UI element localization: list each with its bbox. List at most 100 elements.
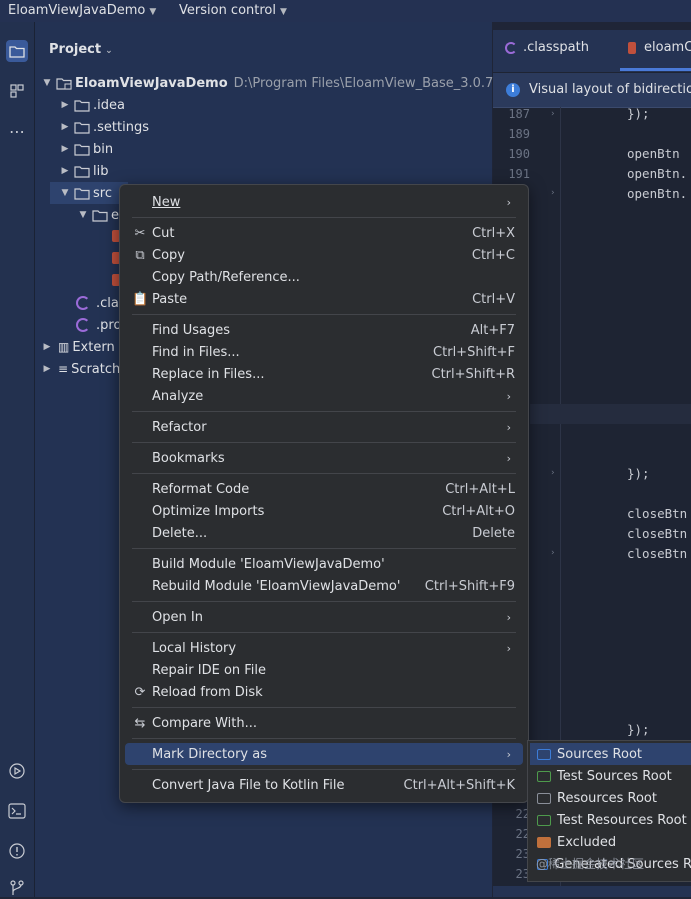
problems-icon[interactable] [6, 840, 28, 862]
chevron-down-icon: ▼ [149, 7, 157, 17]
context-menu: New › ✂ Cut Ctrl+X ⧉ Copy Ctrl+C Copy Path/Re… [119, 184, 529, 803]
menu-item-refactor[interactable]: Refactor › [125, 416, 523, 438]
tree-label: Scratch [71, 361, 121, 377]
tree-row-src[interactable]: ▼ src [50, 182, 128, 204]
submenu-item-test-resources-root[interactable]: Test Resources Root [530, 809, 691, 831]
resources-root-icon [537, 792, 551, 804]
fold-icon[interactable]: › [551, 468, 555, 478]
tab-eloam[interactable]: eloamC [628, 40, 691, 55]
fold-icon[interactable]: › [551, 109, 555, 119]
tree-row-package[interactable]: ▼ e [76, 204, 119, 226]
fold-icon[interactable]: › [551, 188, 555, 198]
tree-label: .settings [93, 119, 149, 135]
submenu-item-sources-root[interactable]: Sources Root [530, 743, 691, 765]
fold-icon[interactable]: › [551, 548, 555, 558]
menu-item-mark-directory-as[interactable]: Mark Directory as › [125, 743, 523, 765]
folder-icon [74, 121, 90, 134]
menu-item-bookmarks[interactable]: Bookmarks › [125, 447, 523, 469]
menu-item-delete[interactable]: Delete... Delete [125, 522, 523, 544]
watermark: @稀土掘金技术社区 [536, 857, 645, 871]
line-number: 22 [515, 807, 530, 821]
menu-item-rebuild-module[interactable]: Rebuild Module 'EloamViewJavaDemo' Ctrl+S… [125, 575, 523, 597]
chevron-down-icon: ▼ [43, 78, 51, 88]
tree-label: .pro [96, 317, 122, 333]
tree-row-root[interactable]: ▼ EloamViewJavaDemo D:\Program Files\Elo… [40, 72, 526, 94]
menu-item-local-history[interactable]: Local History › [125, 637, 523, 659]
project-switcher[interactable]: EloamViewJavaDemo ▼ [8, 3, 156, 18]
menu-separator [132, 738, 516, 739]
submenu-arrow-icon: › [506, 195, 511, 209]
menu-item-copy[interactable]: ⧉ Copy Ctrl+C [125, 244, 523, 266]
menu-item-reformat-code[interactable]: Reformat Code Ctrl+Alt+L [125, 478, 523, 500]
menu-item-new[interactable]: New › [125, 191, 523, 213]
git-icon[interactable] [6, 877, 28, 899]
scratches-icon: ≡ [58, 362, 69, 376]
menu-item-reload-from-disk[interactable]: ⟳ Reload from Disk [125, 681, 523, 703]
java-file-icon [628, 41, 636, 54]
editor-tabs: .classpath eloamC [493, 30, 691, 72]
submenu-item-excluded[interactable]: Excluded [530, 831, 691, 853]
line-number: 190 [508, 147, 530, 161]
run-icon[interactable] [6, 760, 28, 782]
menu-item-replace-in-files[interactable]: Replace in Files... Ctrl+Shift+R [125, 363, 523, 385]
tab-classpath[interactable]: .classpath [505, 40, 589, 55]
menu-separator [132, 548, 516, 549]
tree-row-scratches[interactable]: ▶ ≡ Scratch [40, 358, 121, 380]
menu-separator [132, 601, 516, 602]
source-folder-icon [74, 187, 90, 200]
vcs-label: Version control [179, 3, 276, 18]
project-name: EloamViewJavaDemo [8, 3, 146, 18]
code-line: closeBtn [627, 526, 688, 541]
more-icon[interactable]: ⋯ [6, 120, 28, 142]
submenu-item-resources-root[interactable]: Resources Root [530, 787, 691, 809]
project-panel-title[interactable]: Project ⌄ [49, 42, 113, 57]
structure-icon[interactable] [6, 80, 28, 102]
menu-item-build-module[interactable]: Build Module 'EloamViewJavaDemo' [125, 553, 523, 575]
submenu-arrow-icon: › [506, 451, 511, 465]
tree-label: bin [93, 141, 114, 157]
code-line: }); [627, 466, 650, 481]
menu-item-analyze[interactable]: Analyze › [125, 385, 523, 407]
project-folder-icon[interactable] [6, 40, 28, 62]
menu-item-repair-ide[interactable]: Repair IDE on File [125, 659, 523, 681]
library-icon: ▥ [58, 340, 70, 354]
config-file-icon [76, 296, 90, 310]
tree-label: EloamViewJavaDemo [75, 75, 228, 91]
menu-item-open-in[interactable]: Open In › [125, 606, 523, 628]
line-number: 23 [515, 847, 530, 861]
code-line: }); [627, 106, 650, 121]
menu-item-optimize-imports[interactable]: Optimize Imports Ctrl+Alt+O [125, 500, 523, 522]
tree-row-lib[interactable]: ▶ lib [58, 160, 109, 182]
menu-item-paste[interactable]: 📋 Paste Ctrl+V [125, 288, 523, 310]
menu-item-compare-with[interactable]: ⇆ Compare With... [125, 712, 523, 734]
menu-item-cut[interactable]: ✂ Cut Ctrl+X [125, 222, 523, 244]
tree-label: Extern [72, 339, 115, 355]
vcs-menu[interactable]: Version control ▼ [179, 3, 287, 18]
submenu-item-test-sources-root[interactable]: Test Sources Root [530, 765, 691, 787]
terminal-icon[interactable] [6, 800, 28, 822]
top-bar: EloamViewJavaDemo ▼ Version control ▼ [0, 0, 691, 22]
tool-window-strip: ⋯ [0, 22, 35, 897]
tree-row-settings[interactable]: ▶ .settings [58, 116, 149, 138]
tree-row-external-libraries[interactable]: ▶ ▥ Extern [40, 336, 115, 358]
sources-root-icon [537, 748, 551, 760]
tree-row-project[interactable]: .pro [76, 314, 121, 336]
notice-text: Visual layout of bidirection [529, 82, 691, 97]
chevron-down-icon: ▼ [61, 188, 69, 198]
menu-item-convert-to-kotlin[interactable]: Convert Java File to Kotlin File Ctrl+Alt… [125, 774, 523, 796]
tree-row-idea[interactable]: ▶ .idea [58, 94, 125, 116]
module-folder-icon [56, 77, 72, 90]
menu-item-copy-path[interactable]: Copy Path/Reference... [125, 266, 523, 288]
menu-item-find-usages[interactable]: Find Usages Alt+F7 [125, 319, 523, 341]
copy-icon: ⧉ [135, 247, 145, 263]
code-line: closeBtn [627, 546, 688, 561]
paste-icon: 📋 [132, 291, 149, 307]
tree-row-bin[interactable]: ▶ bin [58, 138, 114, 160]
submenu-arrow-icon: › [506, 389, 511, 403]
menu-item-find-in-files[interactable]: Find in Files... Ctrl+Shift+F [125, 341, 523, 363]
chevron-right-icon: ▶ [61, 144, 69, 154]
test-sources-root-icon [537, 770, 551, 782]
menu-separator [132, 473, 516, 474]
code-line: openBtn. [627, 166, 688, 181]
tree-label: lib [93, 163, 109, 179]
